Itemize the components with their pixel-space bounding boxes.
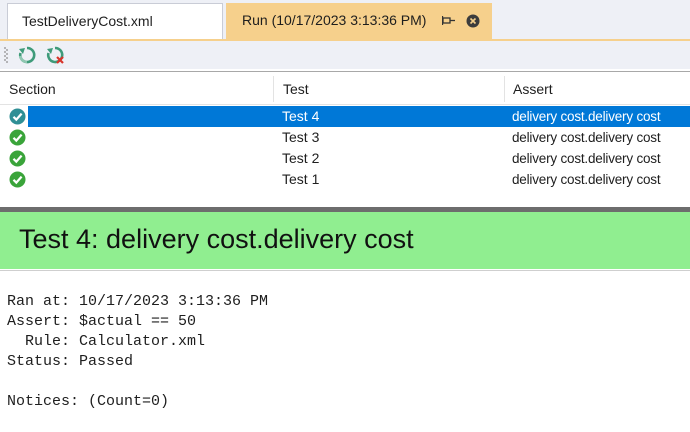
assert-line: Assert: $actual == 50 [7, 313, 197, 330]
cell-assert: delivery cost.delivery cost [512, 151, 661, 166]
table-row[interactable]: Test 3 delivery cost.delivery cost [0, 127, 690, 148]
ran-at-line: Ran at: 10/17/2023 3:13:36 PM [7, 293, 269, 310]
tab-strip: TestDeliveryCost.xml Run (10/17/2023 3:1… [0, 0, 690, 40]
cell-assert: delivery cost.delivery cost [512, 130, 661, 145]
tab-test-file[interactable]: TestDeliveryCost.xml [7, 3, 223, 39]
toolbar-grip-icon[interactable] [4, 46, 8, 64]
cell-test: Test 3 [282, 129, 320, 145]
result-title: Test 4: delivery cost.delivery cost [19, 224, 414, 254]
column-header-test[interactable]: Test [274, 72, 504, 104]
cell-assert: delivery cost.delivery cost [512, 172, 661, 187]
tab-run-label: Run (10/17/2023 3:13:36 PM) [242, 12, 427, 28]
cell-test: Test 2 [282, 150, 320, 166]
check-circle-icon [9, 171, 26, 188]
rule-line: Rule: Calculator.xml [7, 333, 206, 350]
table-row[interactable]: Test 4 delivery cost.delivery cost [0, 106, 690, 127]
table-row[interactable]: Test 2 delivery cost.delivery cost [0, 148, 690, 169]
tab-run[interactable]: Run (10/17/2023 3:13:36 PM) [226, 3, 492, 39]
toolbar [0, 41, 690, 69]
results-grid: Section Test Assert Test 4 delivery cost… [0, 71, 690, 207]
status-line: Status: Passed [7, 353, 134, 370]
tab-test-file-label: TestDeliveryCost.xml [22, 13, 153, 29]
result-details: Ran at: 10/17/2023 3:13:36 PM Assert: $a… [0, 270, 690, 432]
column-header-section[interactable]: Section [0, 72, 274, 104]
cell-assert: delivery cost.delivery cost [512, 109, 661, 124]
notices-line: Notices: (Count=0) [7, 393, 170, 410]
cell-test: Test 4 [282, 108, 320, 124]
rerun-failed-icon[interactable] [45, 45, 65, 65]
column-header-assert[interactable]: Assert [504, 72, 690, 104]
check-circle-icon [9, 108, 26, 125]
test-run-window: TestDeliveryCost.xml Run (10/17/2023 3:1… [0, 0, 690, 432]
result-banner: Test 4: delivery cost.delivery cost [0, 212, 690, 269]
check-circle-icon [9, 129, 26, 146]
check-circle-icon [9, 150, 26, 167]
table-row[interactable]: Test 1 delivery cost.delivery cost [0, 169, 690, 190]
rerun-icon[interactable] [17, 45, 37, 65]
close-icon[interactable] [466, 14, 480, 28]
grid-header: Section Test Assert [0, 72, 690, 105]
pin-icon[interactable] [442, 15, 456, 27]
cell-test: Test 1 [282, 171, 320, 187]
